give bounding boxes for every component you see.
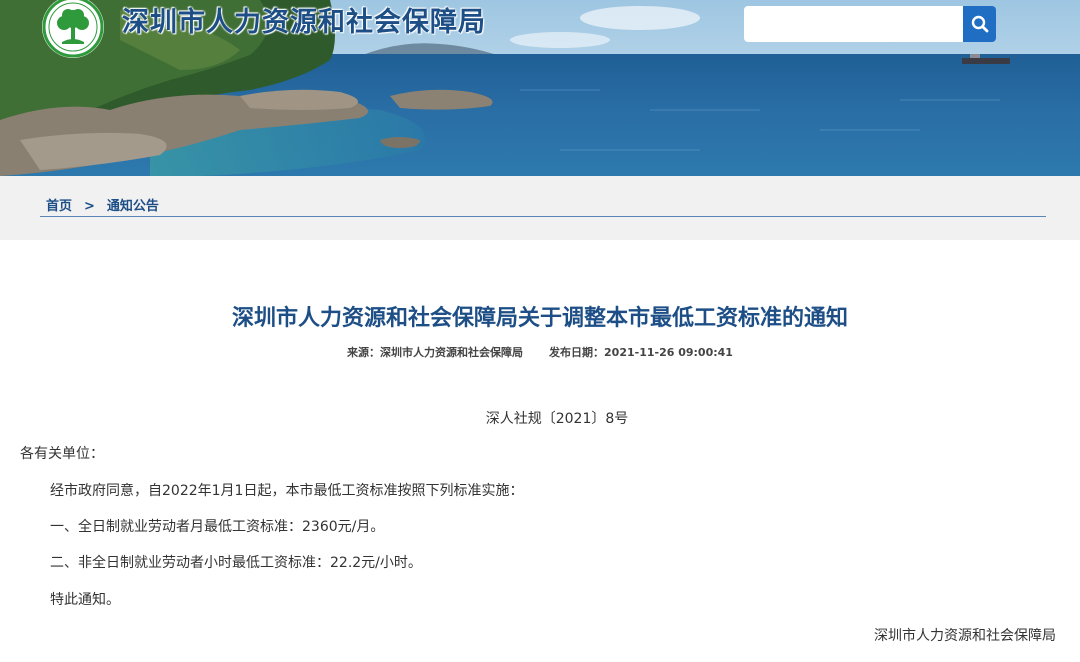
header-banner: 深圳市人力资源和社会保障局 — [0, 0, 1080, 176]
body-paragraph: 特此通知。 — [50, 592, 120, 608]
source-label: 来源： — [347, 346, 381, 359]
salutation: 各有关单位： — [20, 446, 104, 462]
breadcrumb: 首页 > 通知公告 — [46, 195, 159, 214]
magnifier-icon — [971, 15, 988, 33]
article-title: 深圳市人力资源和社会保障局关于调整本市最低工资标准的通知 — [231, 306, 848, 331]
breadcrumb-separator: > — [84, 199, 95, 214]
breadcrumb-home-link[interactable]: 首页 — [46, 199, 72, 214]
breadcrumb-divider — [40, 216, 1046, 217]
breadcrumb-current-link[interactable]: 通知公告 — [107, 199, 159, 214]
document-number: 深人社规〔2021〕8号 — [485, 411, 629, 427]
body-paragraph: 一、全日制就业劳动者月最低工资标准：2360元/月。 — [50, 519, 385, 535]
article-meta: 来源：深圳市人力资源和社会保障局 发布日期：2021-11-26 09:00:41 — [0, 344, 1080, 360]
signature: 深圳市人力资源和社会保障局 — [874, 628, 1056, 644]
site-title[interactable]: 深圳市人力资源和社会保障局 — [122, 6, 486, 40]
body-paragraph: 二、非全日制就业劳动者小时最低工资标准：22.2元/小时。 — [50, 555, 422, 571]
publish-date: 2021-11-26 09:00:41 — [604, 346, 733, 359]
body-paragraph: 经市政府同意，自2022年1月1日起，本市最低工资标准按照下列标准实施： — [50, 483, 524, 499]
date-label: 发布日期： — [549, 346, 605, 359]
search-input[interactable] — [744, 6, 963, 42]
source-value: 深圳市人力资源和社会保障局 — [380, 346, 524, 359]
search-button[interactable] — [963, 6, 996, 42]
breadcrumb-bar: 首页 > 通知公告 — [0, 176, 1080, 240]
tree-emblem-icon — [42, 0, 104, 58]
